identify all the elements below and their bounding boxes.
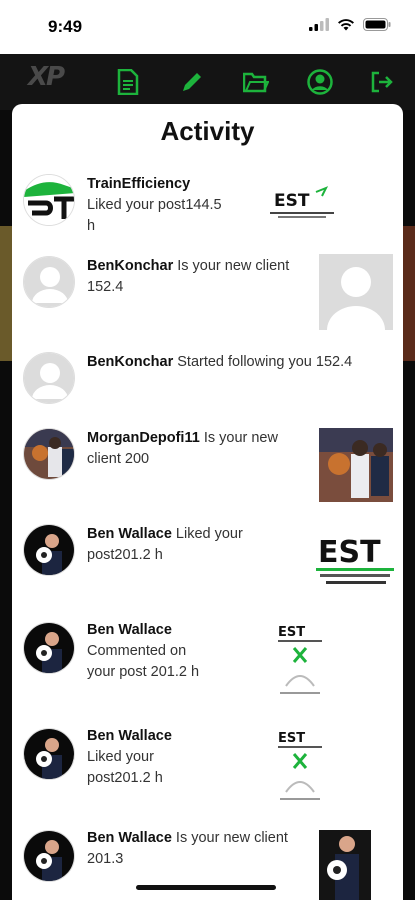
modal-title: Activity bbox=[160, 116, 255, 146]
activity-text: BenKonchar Started following you 152.4 bbox=[87, 352, 387, 373]
avatar[interactable] bbox=[23, 622, 75, 674]
post-thumbnail[interactable]: EST bbox=[268, 620, 332, 700]
status-bar: 9:49 bbox=[0, 0, 415, 54]
activity-text: BenKonchar Is your new client 152.4 bbox=[87, 256, 307, 298]
pencil-icon[interactable] bbox=[178, 68, 206, 96]
activity-text: TrainEfficiency Liked your post144.5 h bbox=[87, 174, 227, 237]
activity-text: Ben Wallace Commented on your post 201.2… bbox=[87, 620, 205, 683]
activity-username[interactable]: BenKonchar bbox=[87, 258, 173, 274]
activity-username[interactable]: Ben Wallace bbox=[87, 622, 172, 638]
activity-username[interactable]: Ben Wallace bbox=[87, 526, 172, 542]
status-icons bbox=[309, 18, 391, 31]
activity-username[interactable]: MorganDepofi11 bbox=[87, 430, 200, 446]
activity-text: Ben Wallace Liked your post201.2 h bbox=[87, 726, 199, 789]
activity-username[interactable]: BenKonchar bbox=[87, 354, 173, 370]
thumb-label: EST bbox=[278, 625, 305, 640]
avatar[interactable] bbox=[23, 728, 75, 780]
activity-message: Started following you 152.4 bbox=[173, 354, 353, 370]
post-thumbnail[interactable] bbox=[319, 830, 371, 900]
home-indicator[interactable] bbox=[136, 885, 276, 890]
post-thumbnail[interactable] bbox=[319, 254, 393, 330]
logout-icon[interactable] bbox=[368, 68, 396, 96]
activity-modal: Activity TrainEfficiency Liked your post… bbox=[12, 104, 403, 900]
activity-message: Commented on your post 201.2 h bbox=[87, 643, 200, 680]
thumb-label: EST bbox=[318, 535, 381, 570]
avatar[interactable] bbox=[23, 428, 75, 480]
post-thumbnail[interactable] bbox=[319, 428, 393, 502]
post-thumbnail[interactable]: EST bbox=[268, 726, 332, 806]
background-image-left bbox=[0, 226, 12, 361]
activity-username[interactable]: Ben Wallace bbox=[87, 830, 172, 846]
avatar[interactable] bbox=[23, 174, 75, 226]
document-icon[interactable] bbox=[114, 68, 142, 96]
activity-text: MorganDepofi11 Is your new client 200 bbox=[87, 428, 307, 470]
activity-username[interactable]: Ben Wallace bbox=[87, 728, 172, 744]
activity-username[interactable]: TrainEfficiency bbox=[87, 176, 190, 192]
thumb-label: EST bbox=[274, 191, 310, 211]
avatar[interactable] bbox=[23, 352, 75, 404]
cellular-signal-icon bbox=[309, 18, 329, 31]
avatar[interactable] bbox=[23, 524, 75, 576]
app-logo[interactable]: XP bbox=[28, 62, 65, 92]
wifi-icon bbox=[338, 19, 354, 31]
activity-message: Liked your post144.5 h bbox=[87, 197, 222, 234]
profile-icon[interactable] bbox=[306, 68, 334, 96]
background-image-right bbox=[403, 226, 415, 361]
activity-text: Ben Wallace Is your new client 201.3 bbox=[87, 828, 307, 870]
battery-icon bbox=[363, 18, 391, 31]
folder-icon[interactable] bbox=[242, 68, 270, 96]
status-time: 9:49 bbox=[48, 17, 83, 36]
avatar[interactable] bbox=[23, 256, 75, 308]
avatar[interactable] bbox=[23, 830, 75, 882]
post-thumbnail[interactable]: EST bbox=[264, 182, 340, 222]
activity-message: Liked your post201.2 h bbox=[87, 749, 163, 786]
activity-text: Ben Wallace Liked your post201.2 h bbox=[87, 524, 307, 566]
thumb-label: EST bbox=[278, 731, 305, 746]
post-thumbnail[interactable]: EST bbox=[316, 530, 394, 592]
